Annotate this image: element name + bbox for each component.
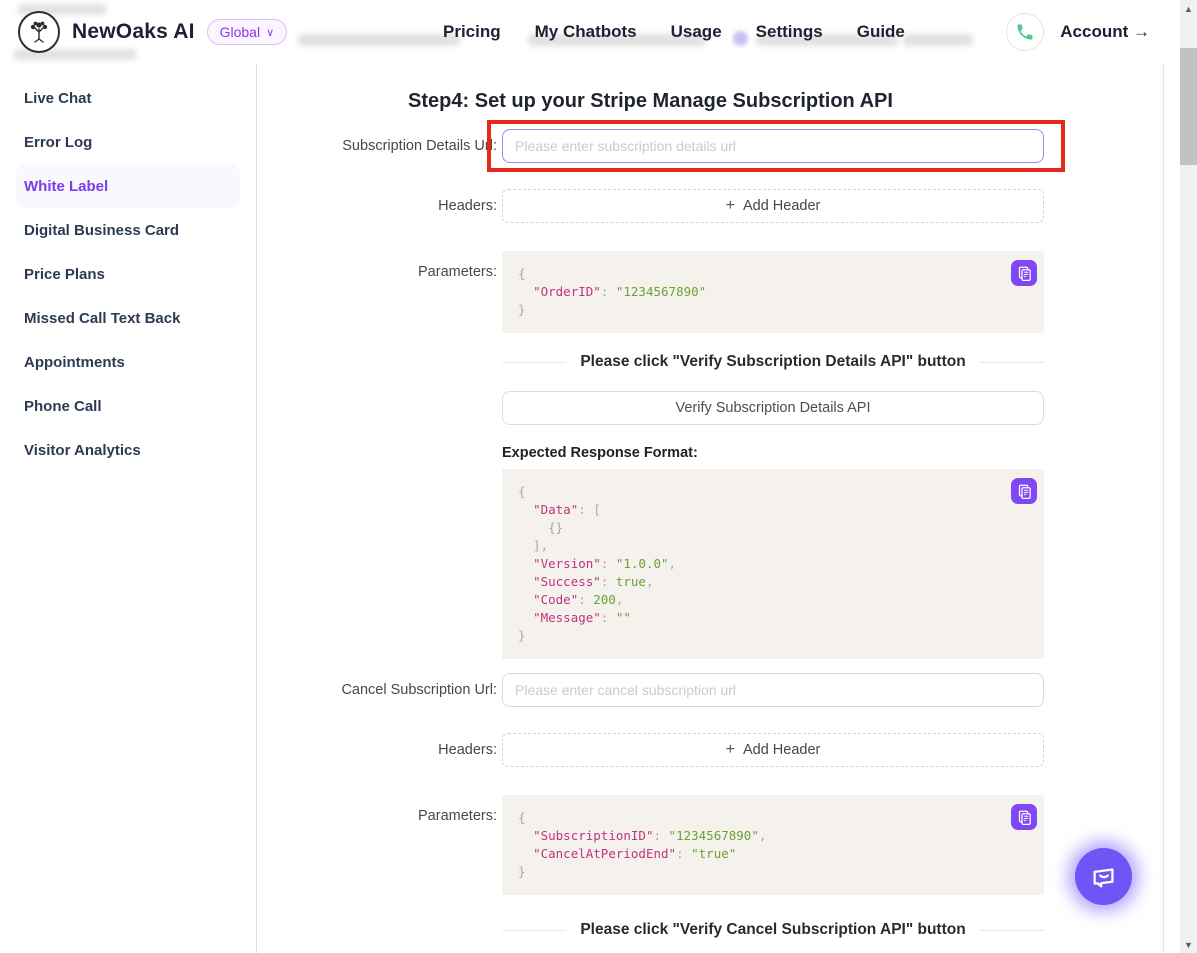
cancel-subscription-url-label: Cancel Subscription Url: xyxy=(257,682,502,698)
headers-label: Headers: xyxy=(257,742,502,758)
expected-response-row: { "Data": [ {} ], "Version": "1.0.0", "S… xyxy=(257,469,1044,659)
headers-row-1: Headers: + Add Header xyxy=(257,189,1044,223)
instruction-divider: Please click "Verify Subscription Detail… xyxy=(502,351,1044,373)
account-link[interactable]: Account → xyxy=(1060,22,1150,42)
chevron-down-icon: ∨ xyxy=(266,26,274,39)
page-title: Step4: Set up your Stripe Manage Subscri… xyxy=(257,90,1044,113)
nav-item-settings[interactable]: Settings xyxy=(756,22,823,42)
sidebar: Live Chat Error Log White Label Digital … xyxy=(0,64,257,953)
chat-bubble-icon xyxy=(1089,862,1119,892)
add-header-button[interactable]: + Add Header xyxy=(502,733,1044,767)
subscription-details-url-row: Subscription Details Url: xyxy=(257,129,1044,163)
divider-line xyxy=(980,362,1044,363)
headers-row-2: Headers: + Add Header xyxy=(257,733,1044,767)
nav-item-usage[interactable]: Usage xyxy=(671,22,722,42)
oak-tree-icon xyxy=(24,17,54,47)
copy-button[interactable] xyxy=(1011,260,1037,286)
brand: NewOaks AI Global ∨ xyxy=(18,11,287,53)
sidebar-item-error-log[interactable]: Error Log xyxy=(16,120,240,164)
blurred-background-text xyxy=(903,34,973,46)
chat-widget-button[interactable] xyxy=(1075,848,1132,905)
nav-item-my-chatbots[interactable]: My Chatbots xyxy=(535,22,637,42)
verify-details-row: Verify Subscription Details API xyxy=(257,391,1044,425)
expected-response-label-row: Expected Response Format: xyxy=(257,445,1044,461)
divider-row-2: Please click "Verify Cancel Subscription… xyxy=(257,919,1044,941)
divider-line xyxy=(980,930,1044,931)
parameters-code-block: { "SubscriptionID": "1234567890", "Cance… xyxy=(502,795,1044,895)
divider-line xyxy=(502,362,566,363)
plus-icon: + xyxy=(726,197,735,215)
nav-item-pricing[interactable]: Pricing xyxy=(443,22,501,42)
scroll-down-arrow-icon[interactable]: ▼ xyxy=(1180,936,1197,953)
copy-icon xyxy=(1017,484,1032,499)
brand-name: NewOaks AI xyxy=(72,20,195,44)
parameters-row-1: Parameters: { "OrderID": "12 xyxy=(257,251,1044,333)
phone-status-button[interactable] xyxy=(1006,13,1044,51)
sidebar-item-visitor-analytics[interactable]: Visitor Analytics xyxy=(16,428,240,472)
copy-button[interactable] xyxy=(1011,478,1037,504)
parameters-row-2: Parameters: { "SubscriptionI xyxy=(257,795,1044,895)
add-header-button-label: Add Header xyxy=(743,198,820,214)
newoaks-logo-icon[interactable] xyxy=(18,11,60,53)
sidebar-item-white-label[interactable]: White Label xyxy=(16,164,240,208)
copy-button[interactable] xyxy=(1011,804,1037,830)
account-area: Account → xyxy=(1006,0,1150,64)
sidebar-item-live-chat[interactable]: Live Chat xyxy=(16,76,240,120)
subscription-details-url-input[interactable] xyxy=(502,129,1044,163)
main-content: Step4: Set up your Stripe Manage Subscri… xyxy=(257,64,1164,953)
subscription-details-url-label: Subscription Details Url: xyxy=(257,138,502,154)
nav-item-guide[interactable]: Guide xyxy=(857,22,905,42)
copy-icon xyxy=(1017,810,1032,825)
headers-label: Headers: xyxy=(257,198,502,214)
sidebar-item-appointments[interactable]: Appointments xyxy=(16,340,240,384)
vertical-scrollbar[interactable]: ▲ ▼ xyxy=(1180,0,1197,953)
divider-row-1: Please click "Verify Subscription Detail… xyxy=(257,351,1044,373)
plus-icon: + xyxy=(726,741,735,759)
verify-subscription-details-api-button[interactable]: Verify Subscription Details API xyxy=(502,391,1044,425)
expected-response-format-label: Expected Response Format: xyxy=(502,445,1044,461)
copy-icon xyxy=(1017,266,1032,281)
cancel-subscription-url-input[interactable] xyxy=(502,673,1044,707)
region-selector-value: Global xyxy=(220,24,260,40)
parameters-label: Parameters: xyxy=(257,251,502,333)
page: NewOaks AI Global ∨ Pricing My Chatbots … xyxy=(0,0,1197,953)
parameters-code-block: { "OrderID": "1234567890"} xyxy=(502,251,1044,333)
instruction-text: Please click "Verify Cancel Subscription… xyxy=(580,921,965,939)
add-header-button-label: Add Header xyxy=(743,742,820,758)
scroll-up-arrow-icon[interactable]: ▲ xyxy=(1180,0,1197,17)
phone-icon xyxy=(1015,22,1035,42)
divider-line xyxy=(502,930,566,931)
blurred-background-text xyxy=(298,34,460,46)
sidebar-item-missed-call-text-back[interactable]: Missed Call Text Back xyxy=(16,296,240,340)
instruction-text: Please click "Verify Subscription Detail… xyxy=(580,353,965,371)
main-nav: Pricing My Chatbots Usage Settings Guide xyxy=(443,0,905,64)
sidebar-item-digital-business-card[interactable]: Digital Business Card xyxy=(16,208,240,252)
sidebar-item-price-plans[interactable]: Price Plans xyxy=(16,252,240,296)
sidebar-item-phone-call[interactable]: Phone Call xyxy=(16,384,240,428)
instruction-divider: Please click "Verify Cancel Subscription… xyxy=(502,919,1044,941)
parameters-label: Parameters: xyxy=(257,795,502,895)
cancel-subscription-url-row: Cancel Subscription Url: xyxy=(257,673,1044,707)
top-header: NewOaks AI Global ∨ Pricing My Chatbots … xyxy=(0,0,1180,64)
region-selector[interactable]: Global ∨ xyxy=(207,19,288,45)
add-header-button[interactable]: + Add Header xyxy=(502,189,1044,223)
expected-response-code-block: { "Data": [ {} ], "Version": "1.0.0", "S… xyxy=(502,469,1044,659)
scrollbar-thumb[interactable] xyxy=(1180,48,1197,165)
